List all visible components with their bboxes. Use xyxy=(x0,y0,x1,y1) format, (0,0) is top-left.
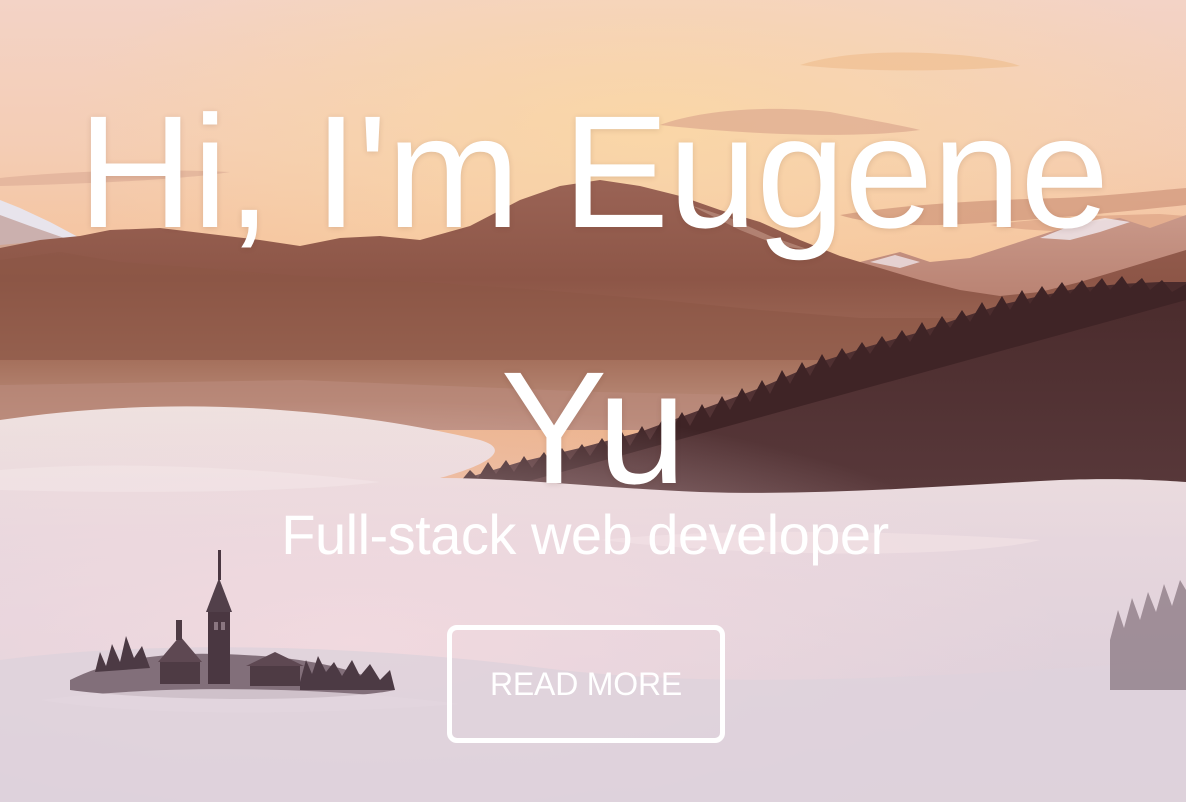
read-more-button[interactable]: READ MORE xyxy=(447,625,725,743)
hero-section: Hi, I'm Eugene Yu Full-stack web develop… xyxy=(0,0,1186,802)
hero-title: Hi, I'm Eugene Yu xyxy=(77,82,1109,517)
hero-subtitle: Full-stack web developer xyxy=(281,503,889,566)
hero-content: Hi, I'm Eugene Yu Full-stack web develop… xyxy=(0,0,1186,802)
